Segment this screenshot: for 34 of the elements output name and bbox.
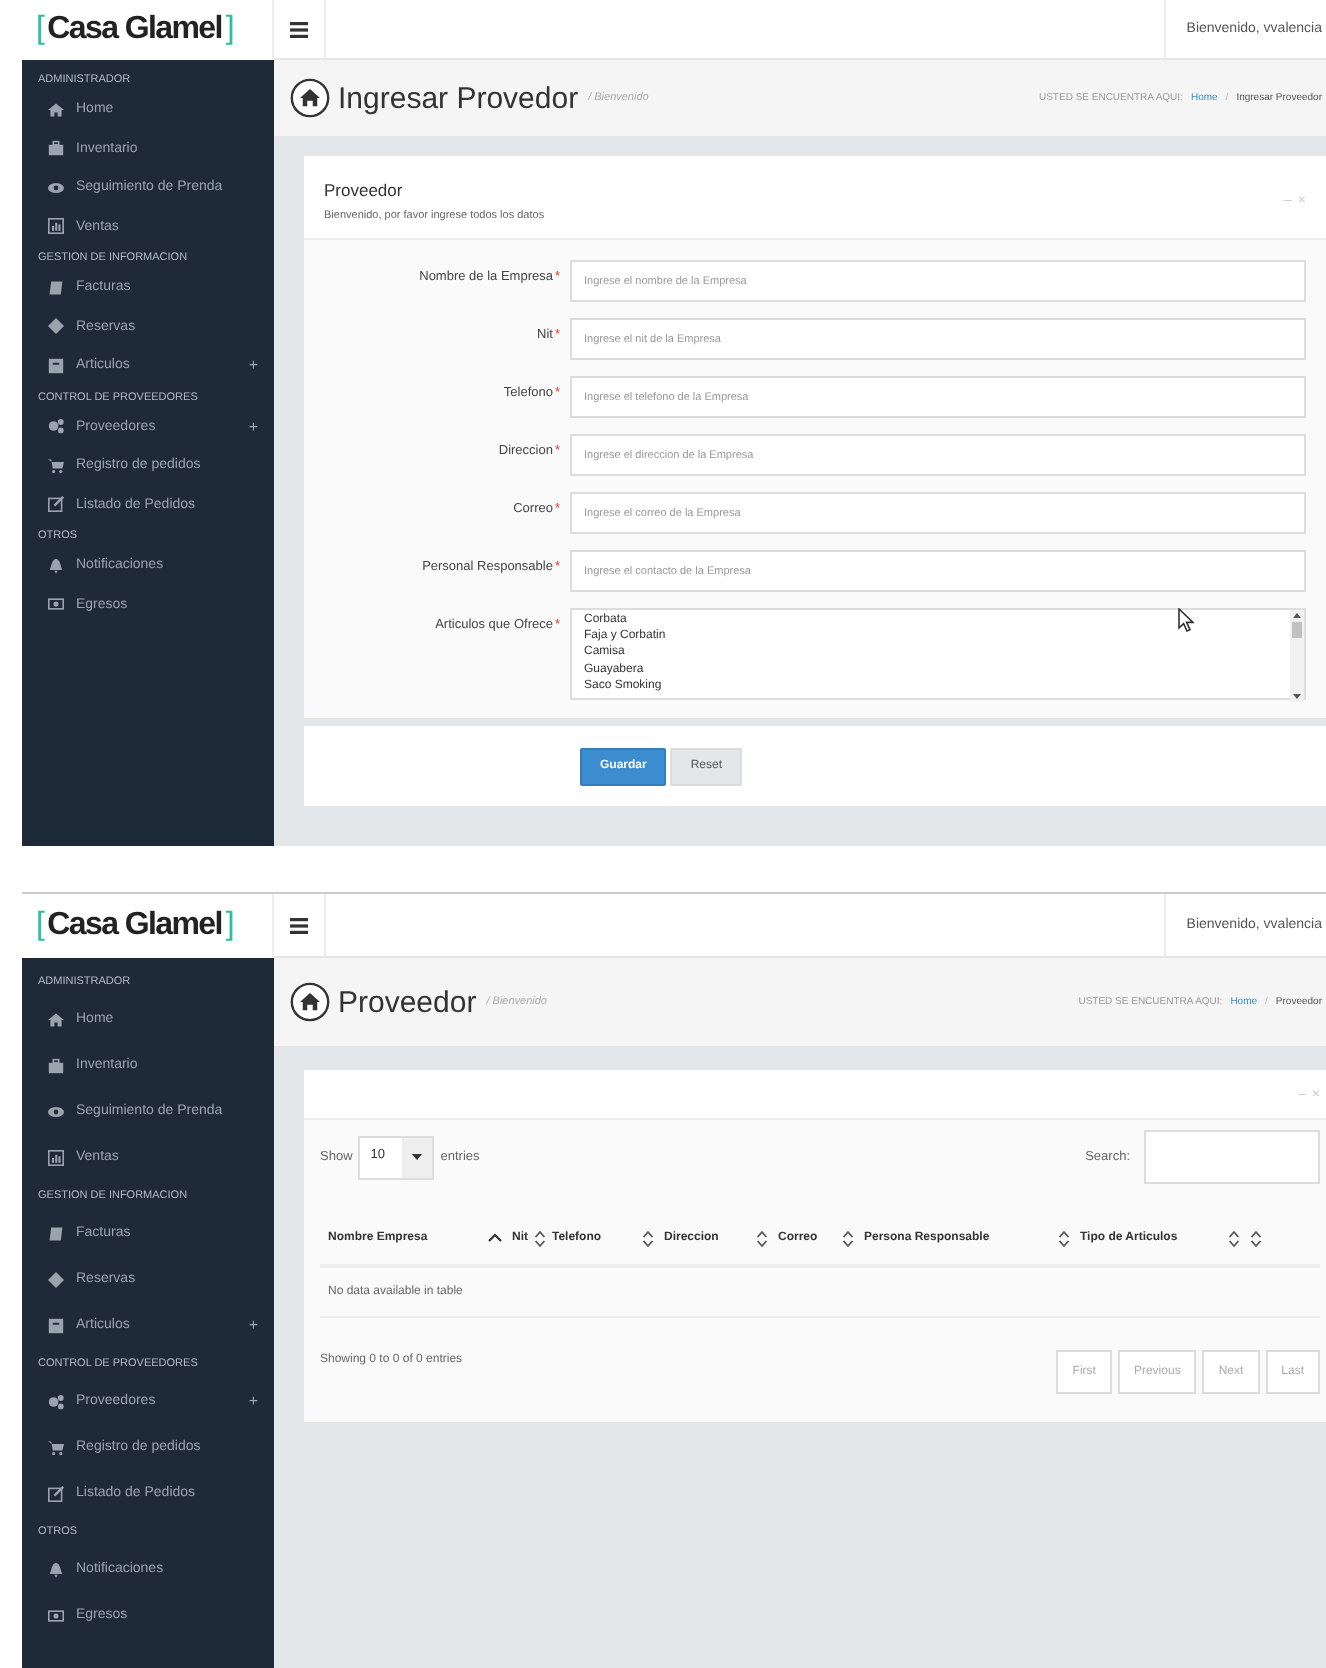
home-icon (290, 78, 330, 118)
edit-icon (48, 1485, 64, 1501)
page-title: Proveedor (338, 985, 477, 1019)
column-header[interactable] (1250, 1229, 1266, 1247)
eye-icon (48, 1103, 64, 1119)
briefcase-icon (48, 1057, 64, 1073)
home-icon (290, 982, 330, 1022)
banknote-icon (48, 1607, 64, 1623)
caret-icon (412, 1154, 423, 1160)
chart-icon (48, 1149, 64, 1165)
archive-icon (48, 357, 64, 374)
bell-icon (48, 557, 64, 574)
eye-icon (48, 179, 64, 196)
book-icon (48, 1225, 64, 1241)
bell-icon (48, 1561, 64, 1577)
page-title: Ingresar Provedor (338, 81, 579, 115)
archive-icon (48, 1317, 64, 1333)
gears-icon (48, 418, 64, 435)
banknote-icon (48, 596, 64, 613)
cart-icon (48, 457, 64, 474)
gears-icon (48, 1393, 64, 1409)
diamond-icon (48, 318, 64, 335)
search-field[interactable] (1144, 1130, 1320, 1184)
cart-icon (48, 1439, 64, 1455)
diamond-icon (48, 1271, 64, 1287)
home-icon (48, 101, 64, 118)
cursor-icon (1178, 608, 1194, 632)
panel-title: Proveedor (324, 180, 405, 200)
briefcase-icon (48, 140, 64, 157)
home-icon (48, 1011, 64, 1027)
book-icon (48, 279, 64, 296)
edit-icon (48, 496, 64, 513)
scrollbar[interactable] (1290, 610, 1304, 702)
chart-icon (48, 218, 64, 235)
